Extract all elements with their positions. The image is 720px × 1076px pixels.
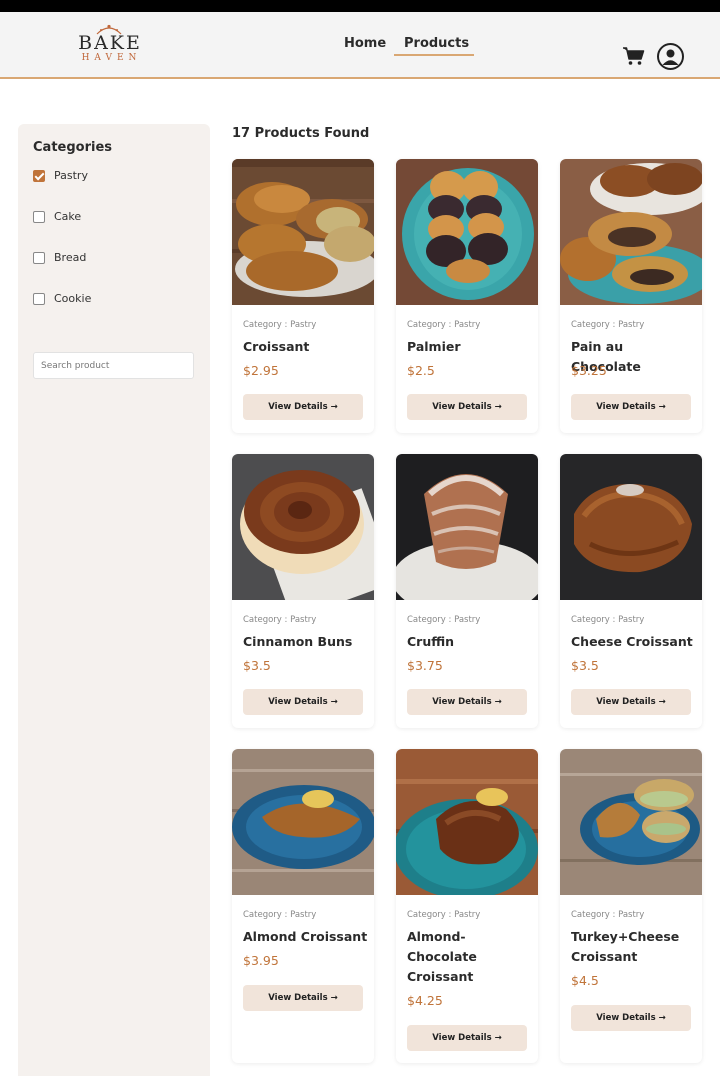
cake-checkbox[interactable] — [33, 211, 45, 223]
product-name: Almond-Chocolate Croissant — [407, 929, 477, 984]
product-card[interactable]: Category : Pastry Pain au Chocolate $3.2… — [560, 159, 702, 433]
product-image[interactable] — [232, 159, 374, 305]
product-image[interactable] — [560, 454, 702, 600]
view-details-button[interactable]: View Details → — [571, 689, 691, 715]
category-label: Cookie — [54, 292, 92, 305]
product-category: Category : Pastry — [407, 615, 481, 625]
product-name: Almond Croissant — [243, 929, 368, 944]
top-black-bar — [0, 0, 720, 12]
brand-logo[interactable]: BAKE HAVEN — [70, 24, 150, 72]
product-price: $3.75 — [407, 658, 443, 673]
product-price: $3.25 — [571, 363, 607, 378]
product-image[interactable] — [232, 454, 374, 600]
view-details-button[interactable]: View Details → — [407, 1025, 527, 1051]
view-details-button[interactable]: View Details → — [243, 985, 363, 1011]
product-image[interactable] — [232, 749, 374, 895]
nav-products[interactable]: Products — [404, 36, 469, 51]
product-card[interactable]: Category : Pastry Turkey+Cheese Croissan… — [560, 749, 702, 1063]
product-category: Category : Pastry — [571, 320, 645, 330]
categories-title: Categories — [33, 140, 113, 155]
product-image[interactable] — [560, 749, 702, 895]
product-category: Category : Pastry — [407, 320, 481, 330]
product-category: Category : Pastry — [571, 910, 645, 920]
brand-sub: HAVEN — [81, 53, 142, 63]
pastry-checkbox[interactable] — [33, 170, 45, 182]
product-name: Palmier — [407, 339, 461, 354]
bread-checkbox[interactable] — [33, 252, 45, 264]
product-card[interactable]: Category : Pastry Almond-Chocolate Crois… — [396, 749, 538, 1063]
product-category: Category : Pastry — [243, 320, 317, 330]
product-price: $4.5 — [571, 973, 599, 988]
product-name: Cruffin — [407, 634, 455, 649]
product-price: $4.25 — [407, 993, 443, 1008]
view-details-button[interactable]: View Details → — [243, 394, 363, 420]
view-details-button[interactable]: View Details → — [571, 1005, 691, 1031]
product-card[interactable]: Category : Pastry Almond Croissant $3.95… — [232, 749, 374, 1063]
product-card[interactable]: Category : Pastry Cheese Croissant $3.5 … — [560, 454, 702, 728]
product-name: Cheese Croissant — [571, 634, 693, 649]
product-name: Cinnamon Buns — [243, 634, 353, 649]
view-details-button[interactable]: View Details → — [243, 689, 363, 715]
view-details-button[interactable]: View Details → — [407, 394, 527, 420]
view-details-button[interactable]: View Details → — [407, 689, 527, 715]
product-price: $2.5 — [407, 363, 435, 378]
product-card[interactable]: Category : Pastry Cruffin $3.75 View Det… — [396, 454, 538, 728]
product-image[interactable] — [396, 159, 538, 305]
view-details-button[interactable]: View Details → — [571, 394, 691, 420]
site-header: BAKE HAVEN Home Products — [0, 12, 720, 79]
product-price: $3.5 — [243, 658, 271, 673]
product-category: Category : Pastry — [407, 910, 481, 920]
product-image[interactable] — [396, 749, 538, 895]
cookie-checkbox[interactable] — [33, 293, 45, 305]
filter-sidebar: Categories Pastry Cake Bread Cookie — [18, 124, 210, 1076]
nav-home[interactable]: Home — [344, 36, 386, 51]
product-category: Category : Pastry — [243, 910, 317, 920]
product-card[interactable]: Category : Pastry Palmier $2.5 View Deta… — [396, 159, 538, 433]
product-category: Category : Pastry — [243, 615, 317, 625]
product-price: $3.95 — [243, 953, 279, 968]
product-category: Category : Pastry — [571, 615, 645, 625]
product-card[interactable]: Category : Pastry Cinnamon Buns $3.5 Vie… — [232, 454, 374, 728]
product-name: Turkey+Cheese Croissant — [571, 929, 680, 964]
product-price: $2.95 — [243, 363, 279, 378]
category-label: Cake — [54, 210, 82, 223]
category-label: Bread — [54, 251, 87, 264]
search-input[interactable] — [33, 352, 194, 379]
cart-icon[interactable] — [622, 46, 646, 66]
product-card[interactable]: Category : Pastry Croissant $2.95 View D… — [232, 159, 374, 433]
product-price: $3.5 — [571, 658, 599, 673]
nav-active-underline — [394, 54, 474, 56]
user-icon[interactable] — [657, 43, 684, 70]
results-count: 17 Products Found — [232, 126, 370, 141]
product-name: Croissant — [243, 339, 310, 354]
product-image[interactable] — [396, 454, 538, 600]
product-image[interactable] — [560, 159, 702, 305]
category-label: Pastry — [54, 169, 88, 182]
crown-icon — [96, 24, 122, 35]
